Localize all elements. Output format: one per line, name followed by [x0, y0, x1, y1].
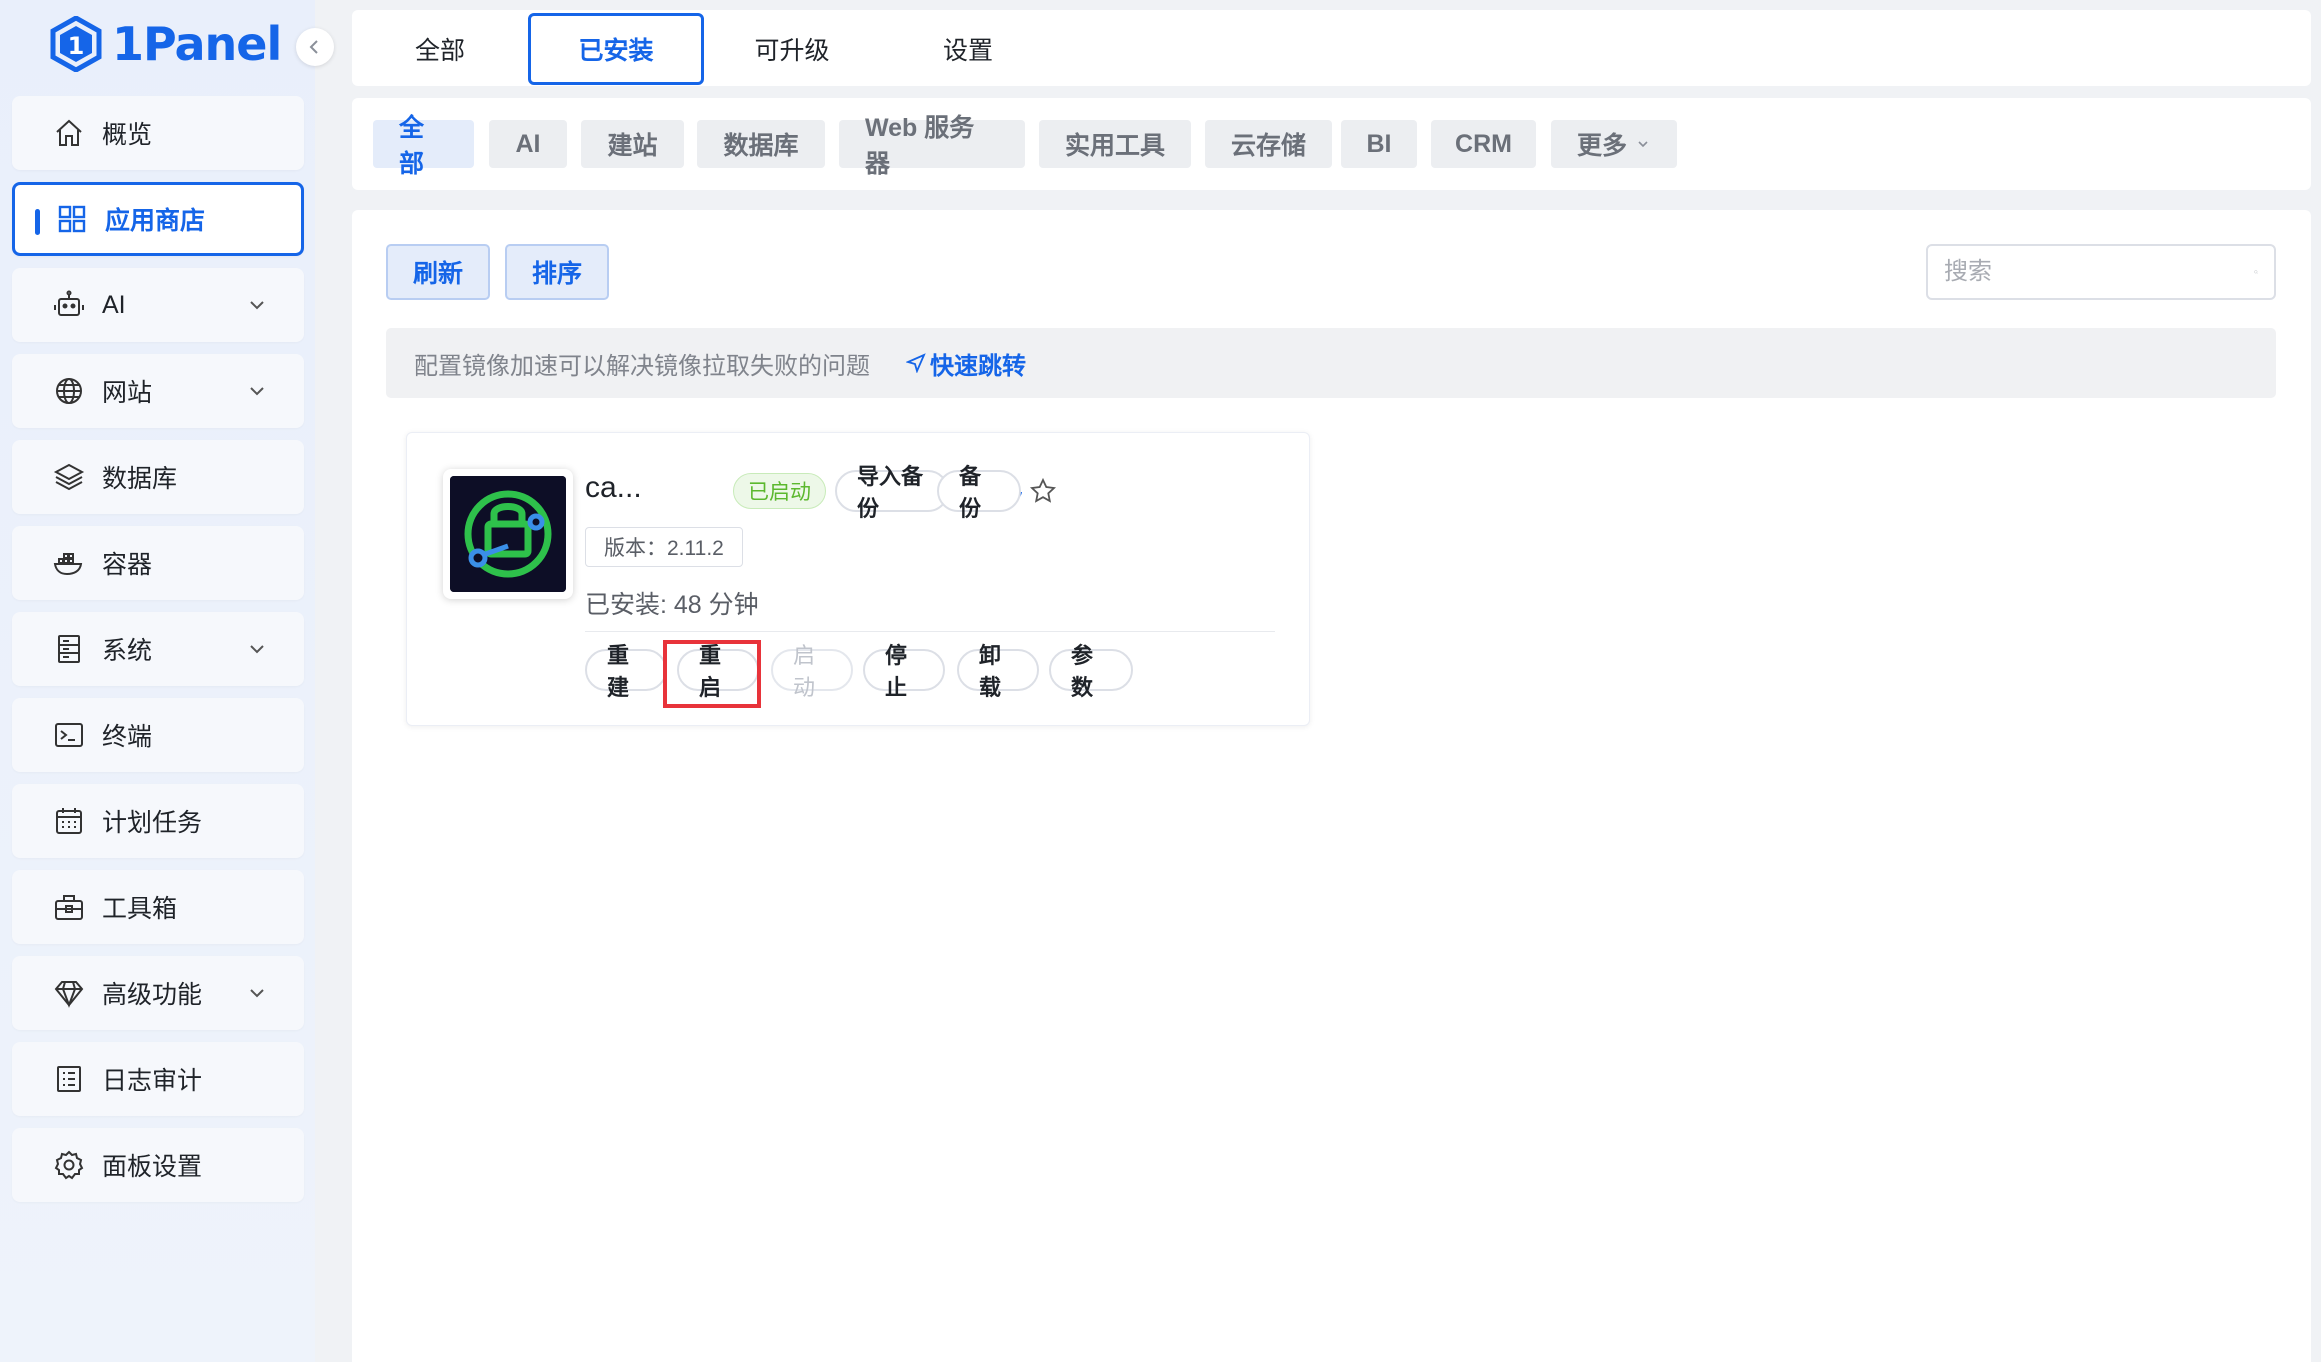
- sidebar-item-websites[interactable]: 网站: [12, 354, 304, 428]
- search-icon[interactable]: [2254, 260, 2258, 284]
- mirror-acceleration-notice: 配置镜像加速可以解决镜像拉取失败的问题 快速跳转: [386, 328, 2276, 398]
- logo[interactable]: 1 1Panel: [50, 14, 282, 74]
- chevron-down-icon: [1638, 141, 1648, 148]
- diamond-icon: [52, 976, 86, 1010]
- toolbox-icon: [52, 890, 86, 924]
- params-button[interactable]: 参数: [1049, 643, 1133, 700]
- tab-installed[interactable]: 已安装: [528, 13, 704, 85]
- sidebar-item-advanced[interactable]: 高级功能: [12, 956, 304, 1030]
- globe-icon: [52, 374, 86, 408]
- search-box: [1926, 244, 2276, 300]
- uninstall-button[interactable]: 卸载: [957, 643, 1039, 700]
- sidebar-item-label: 应用商店: [105, 207, 206, 235]
- star-icon[interactable]: [1029, 477, 1057, 505]
- active-indicator: [35, 209, 40, 235]
- chevron-down-icon: [250, 645, 264, 654]
- sidebar-item-log-audit[interactable]: 日志审计: [12, 1042, 304, 1116]
- send-icon: [906, 353, 926, 373]
- app-icon-frame[interactable]: [443, 469, 573, 599]
- docker-icon: [52, 546, 86, 580]
- top-tab-bar: 全部 已安装 可升级 设置: [352, 10, 2311, 86]
- terminal-icon: [52, 718, 86, 752]
- quick-jump-link[interactable]: 快速跳转: [906, 346, 1026, 381]
- sidebar-item-panel-settings[interactable]: 面板设置: [12, 1128, 304, 1202]
- sidebar-item-label: 容器: [102, 551, 153, 579]
- card-divider: [585, 631, 1275, 632]
- sidebar-item-label: 数据库: [102, 465, 178, 493]
- home-icon: [52, 116, 86, 150]
- tab-upgradable[interactable]: 可升级: [704, 13, 880, 85]
- sidebar-item-label: 面板设置: [102, 1153, 203, 1181]
- logo-icon: 1: [50, 16, 102, 72]
- app-name[interactable]: ca...: [585, 471, 642, 505]
- sidebar-item-cron[interactable]: 计划任务: [12, 784, 304, 858]
- server-icon: [52, 632, 86, 666]
- category-more-dropdown[interactable]: 更多: [1551, 120, 1677, 168]
- category-ai[interactable]: AI: [489, 120, 567, 168]
- sidebar-item-label: 高级功能: [102, 981, 203, 1009]
- import-backup-button[interactable]: 导入备份: [835, 464, 949, 521]
- sidebar-item-label: 终端: [102, 723, 153, 751]
- chevron-down-icon: [250, 387, 264, 396]
- start-button[interactable]: 启动: [771, 643, 853, 700]
- sidebar-item-containers[interactable]: 容器: [12, 526, 304, 600]
- category-bi[interactable]: BI: [1341, 120, 1417, 168]
- tab-settings[interactable]: 设置: [880, 13, 1056, 85]
- category-database[interactable]: 数据库: [697, 120, 825, 168]
- refresh-button[interactable]: 刷新: [386, 244, 490, 300]
- sort-button[interactable]: 排序: [505, 244, 609, 300]
- category-web-server[interactable]: Web 服务器: [839, 114, 1025, 178]
- backup-button[interactable]: 备份: [937, 464, 1021, 521]
- category-filter-bar: 全部 AI 建站 数据库 Web 服务器 实用工具 云存储 BI CRM 更多: [352, 98, 2311, 190]
- sidebar: 1 1Panel 概览 应用商店 AI 网站 数据库 容器 系统 终端 计划任务…: [0, 0, 315, 1362]
- search-input[interactable]: [1944, 258, 2254, 286]
- sidebar-item-toolbox[interactable]: 工具箱: [12, 870, 304, 944]
- status-badge: 已启动: [733, 473, 826, 509]
- sidebar-item-overview[interactable]: 概览: [12, 96, 304, 170]
- installed-duration: 已安装: 48 分钟: [585, 591, 759, 619]
- log-icon: [52, 1062, 86, 1096]
- brand-name: 1Panel: [112, 17, 282, 71]
- sidebar-item-label: 概览: [102, 121, 153, 149]
- category-more-label: 更多: [1577, 132, 1628, 160]
- category-utilities[interactable]: 实用工具: [1039, 120, 1191, 168]
- apps-grid-icon: [55, 202, 89, 236]
- sidebar-item-label: AI: [102, 290, 126, 319]
- category-cloud-storage[interactable]: 云存储: [1205, 120, 1332, 168]
- main-panel: 刷新 排序 配置镜像加速可以解决镜像拉取失败的问题 快速跳转: [352, 210, 2311, 1362]
- calendar-icon: [52, 804, 86, 838]
- restart-button[interactable]: 重启: [677, 643, 759, 700]
- version-tag: 版本：2.11.2: [585, 527, 743, 567]
- chevron-left-icon: [309, 40, 318, 54]
- sidebar-item-terminal[interactable]: 终端: [12, 698, 304, 772]
- svg-text:1: 1: [68, 32, 85, 60]
- category-all[interactable]: 全部: [373, 114, 474, 178]
- sidebar-item-label: 系统: [102, 637, 153, 665]
- sidebar-item-label: 网站: [102, 379, 153, 407]
- sidebar-item-label: 计划任务: [102, 809, 203, 837]
- stop-button[interactable]: 停止: [863, 643, 945, 700]
- layers-icon: [52, 460, 86, 494]
- sidebar-item-app-store[interactable]: 应用商店: [12, 182, 304, 256]
- sidebar-collapse-button[interactable]: [296, 28, 334, 66]
- notice-text: 配置镜像加速可以解决镜像拉取失败的问题: [414, 352, 870, 380]
- robot-icon: [52, 288, 86, 322]
- sidebar-menu: 概览 应用商店 AI 网站 数据库 容器 系统 终端 计划任务 工具箱 高级功能…: [12, 96, 304, 1214]
- sidebar-item-database[interactable]: 数据库: [12, 440, 304, 514]
- quick-jump-label: 快速跳转: [930, 352, 1026, 380]
- app-lock-logo-icon: [450, 476, 566, 592]
- sidebar-item-label: 工具箱: [102, 895, 178, 923]
- rebuild-button[interactable]: 重建: [585, 643, 667, 700]
- tab-all[interactable]: 全部: [352, 13, 528, 85]
- sidebar-item-ai[interactable]: AI: [12, 268, 304, 342]
- chevron-down-icon: [250, 301, 264, 310]
- sidebar-item-label: 日志审计: [102, 1067, 203, 1095]
- category-website[interactable]: 建站: [581, 120, 684, 168]
- chevron-down-icon: [250, 989, 264, 998]
- category-crm[interactable]: CRM: [1431, 120, 1536, 168]
- gear-icon: [52, 1148, 86, 1182]
- installed-app-card: ca... 已启动 导入备份 备份 版本：2.11.2 已安装: 48 分钟 重…: [406, 432, 1310, 726]
- sidebar-item-system[interactable]: 系统: [12, 612, 304, 686]
